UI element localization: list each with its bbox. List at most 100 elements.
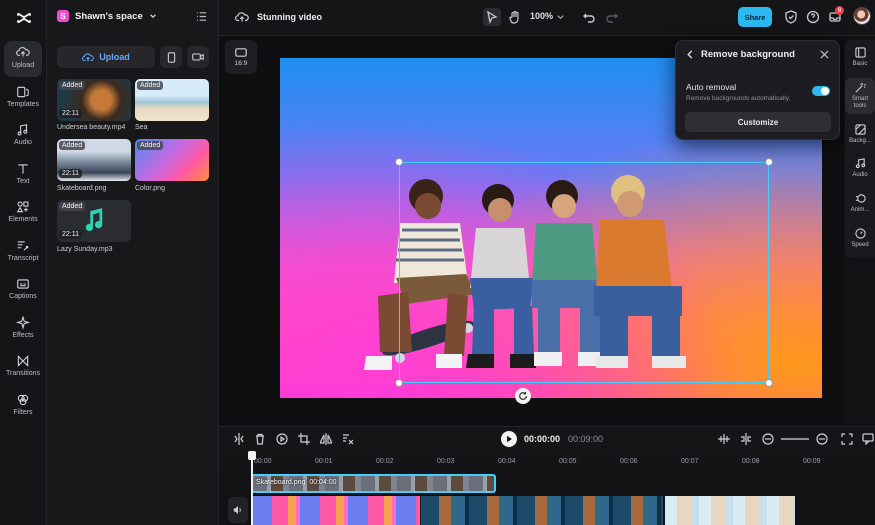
media-item-sea[interactable]: Added — [135, 79, 209, 121]
rp-background[interactable]: Backg... — [845, 124, 875, 145]
ruler-tick: 00:09 — [803, 458, 821, 465]
crop-icon[interactable] — [298, 433, 310, 445]
playhead-handle[interactable] — [248, 451, 256, 460]
share-button[interactable]: Share — [738, 7, 772, 27]
comment-icon[interactable] — [862, 433, 874, 445]
record-button[interactable] — [187, 46, 209, 68]
main-video-track[interactable] — [252, 496, 875, 525]
media-item-skateboard[interactable]: Added 22:11 — [57, 139, 131, 181]
music-note-icon — [17, 124, 28, 136]
total-duration: 00:09:00 — [568, 434, 604, 444]
snap-icon[interactable] — [718, 433, 730, 445]
resize-handle[interactable] — [395, 158, 403, 166]
phone-upload-button[interactable] — [160, 46, 182, 68]
upload-button[interactable]: Upload — [57, 46, 155, 68]
templates-icon — [17, 86, 29, 97]
clip-sea[interactable] — [665, 496, 795, 525]
shield-icon[interactable] — [784, 10, 798, 24]
play-button[interactable] — [501, 431, 517, 447]
upload-cloud-icon — [16, 47, 30, 57]
rp-basic[interactable]: Basic — [845, 47, 875, 68]
sidebar-item-effects[interactable]: Effects — [4, 311, 42, 347]
list-view-icon[interactable] — [196, 11, 207, 22]
panel-header: Remove background — [686, 49, 795, 60]
undo-icon[interactable] — [582, 10, 596, 24]
ruler-tick: 00:06 — [620, 458, 638, 465]
close-icon[interactable] — [820, 50, 829, 59]
media-item-color[interactable]: Added — [135, 139, 209, 181]
transcript-icon — [17, 240, 29, 250]
rp-label: Smart tools — [851, 96, 868, 109]
customize-button[interactable]: Customize — [685, 112, 831, 132]
redo-icon[interactable] — [605, 10, 619, 24]
zoom-out-icon[interactable] — [816, 433, 828, 445]
sidebar-item-elements[interactable]: Elements — [4, 195, 42, 231]
sidebar-item-label: Filters — [13, 408, 33, 416]
fit-icon[interactable] — [841, 433, 853, 445]
sidebar-item-transitions[interactable]: Transitions — [4, 349, 42, 385]
added-badge: Added — [59, 141, 86, 150]
added-badge: Added — [137, 141, 164, 150]
cursor-icon[interactable] — [485, 10, 499, 24]
sidebar-item-label: Elements — [8, 216, 38, 223]
sidebar-item-captions[interactable]: Captions — [4, 272, 42, 308]
rp-label: Speed — [851, 242, 869, 248]
space-switcher[interactable]: S Shawn's space — [57, 10, 157, 22]
sidebar-item-label: Transcript — [7, 254, 39, 262]
ruler-tick: 00:08 — [742, 458, 760, 465]
flip-icon[interactable] — [320, 433, 332, 445]
back-arrow-icon[interactable] — [686, 50, 694, 59]
ruler-tick: 00:04 — [498, 458, 516, 465]
rp-smart-tools[interactable]: Smart tools — [845, 78, 875, 114]
delete-icon[interactable] — [254, 433, 266, 445]
preview-axis-icon[interactable] — [762, 433, 774, 445]
auto-removal-label: Auto removal — [686, 82, 737, 92]
rotate-handle[interactable] — [515, 388, 531, 404]
play-icon — [506, 435, 512, 443]
media-item-undersea[interactable]: Added 22:11 — [57, 79, 131, 121]
resize-handle[interactable] — [395, 379, 403, 387]
rp-speed[interactable]: Speed — [845, 228, 875, 249]
timeline-ruler[interactable]: 00:00 00:01 00:02 00:03 00:04 00:05 00:0… — [219, 450, 875, 470]
mute-track-button[interactable] — [228, 497, 248, 523]
playhead[interactable] — [251, 452, 253, 525]
clip-undersea[interactable] — [421, 496, 663, 525]
clip-color[interactable] — [252, 496, 420, 525]
sidebar-item-templates[interactable]: Templates — [4, 80, 42, 116]
link-icon[interactable] — [740, 433, 752, 445]
sidebar-item-text[interactable]: Text — [4, 157, 42, 193]
zoom-slider[interactable] — [781, 438, 809, 440]
avatar[interactable] — [853, 7, 871, 25]
hand-icon[interactable] — [508, 10, 522, 24]
resize-handle[interactable] — [765, 158, 773, 166]
sidebar-item-upload[interactable]: Upload — [4, 41, 42, 77]
elements-icon — [16, 201, 29, 213]
overlay-clip-skateboard[interactable]: Skateboard.png 00:04:00 — [251, 474, 496, 493]
chevron-down-icon[interactable] — [556, 10, 565, 24]
ruler-tick: 00:02 — [376, 458, 394, 465]
rp-animation[interactable]: Anim... — [845, 193, 875, 214]
speaker-icon — [233, 505, 241, 515]
rp-audio[interactable]: Audio — [845, 158, 875, 179]
zoom-level[interactable]: 100% — [530, 11, 553, 21]
media-item-name: Undersea beauty.mp4 — [57, 124, 126, 131]
clip-label: Skateboard.png 00:04:00 — [256, 479, 337, 486]
freeze-icon[interactable] — [276, 433, 288, 445]
sidebar-item-filters[interactable]: Filters — [4, 388, 42, 424]
resize-handle[interactable] — [765, 379, 773, 387]
project-title-area[interactable]: Stunning video — [235, 11, 322, 23]
remove-bg-icon[interactable] — [342, 433, 354, 445]
media-item-name: Sea — [135, 124, 148, 131]
auto-removal-toggle[interactable] — [812, 86, 830, 96]
capcut-logo-icon[interactable] — [15, 9, 33, 27]
aspect-ratio-button[interactable]: 16:9 — [225, 40, 257, 74]
help-icon[interactable] — [806, 10, 820, 24]
sidebar-item-audio[interactable]: Audio — [4, 118, 42, 154]
sidebar-item-label: Templates — [7, 100, 39, 108]
right-tool-panel: Basic Smart tools Backg... Audio Anim...… — [845, 40, 875, 258]
sidebar-item-transcript[interactable]: Transcript — [4, 234, 42, 270]
media-item-lazy-sunday[interactable]: Added 22:11 — [57, 200, 131, 242]
selection-box[interactable] — [395, 158, 773, 387]
split-icon[interactable] — [233, 433, 245, 445]
rotate-icon — [519, 391, 527, 400]
